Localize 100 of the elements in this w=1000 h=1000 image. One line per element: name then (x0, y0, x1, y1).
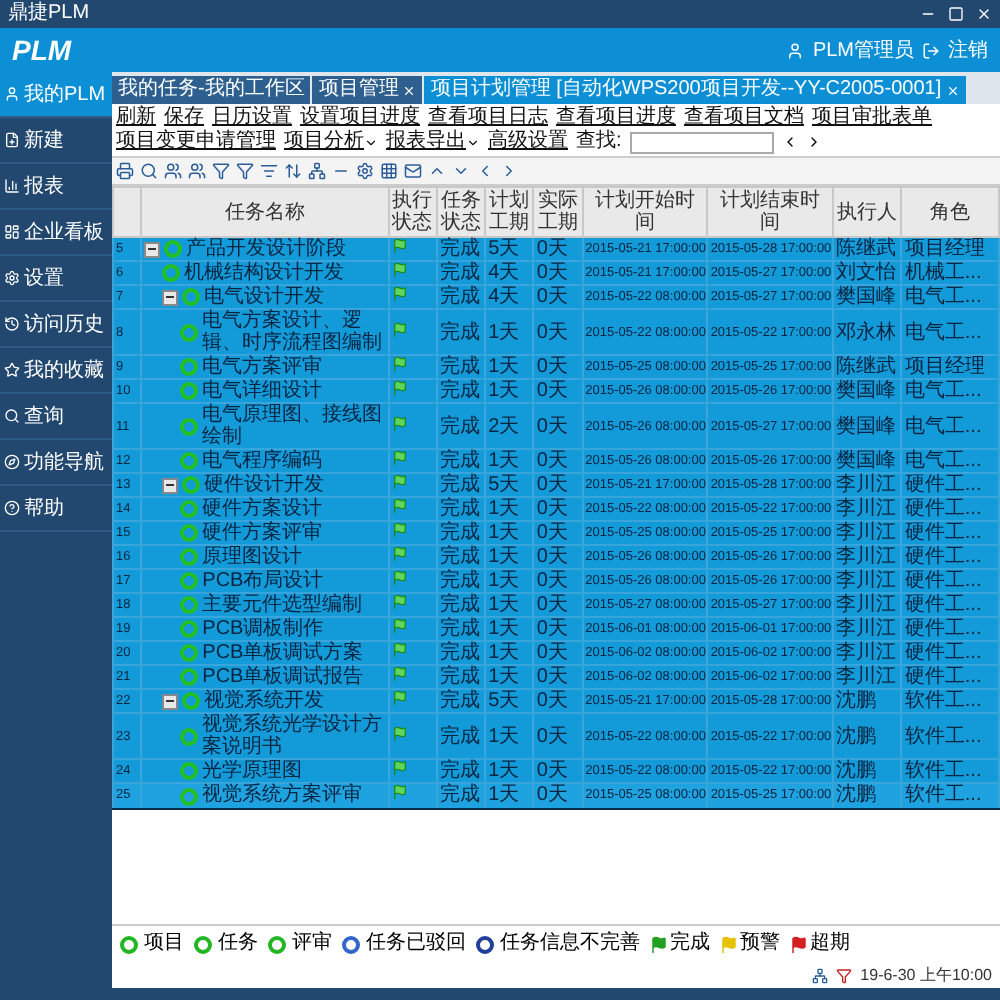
legend-label: 任务信息不完善 (500, 932, 640, 956)
sort-icon[interactable] (284, 162, 302, 180)
grid-icon[interactable] (380, 162, 398, 180)
mail-icon[interactable] (404, 162, 422, 180)
task-name: PCB单板调试报告 (202, 666, 364, 688)
task-name: PCB调板制作 (202, 618, 324, 640)
tree-icon[interactable] (308, 162, 326, 180)
tab[interactable]: 我的任务-我的工作区 (112, 76, 311, 104)
flag-icon (391, 570, 408, 586)
sidebar-item[interactable]: 访问历史 (0, 302, 112, 348)
search-field[interactable] (629, 131, 774, 153)
logo: PLM (12, 34, 72, 66)
users-icon[interactable] (188, 162, 206, 180)
chevron-left-icon[interactable] (476, 162, 494, 180)
menu-link[interactable]: 设置项目进度 (300, 106, 420, 130)
flag-icon (391, 238, 408, 254)
flag-icon (391, 380, 408, 396)
printer-icon[interactable] (116, 162, 134, 180)
search-icon[interactable] (140, 162, 158, 180)
user-name[interactable]: PLM管理员 (812, 36, 914, 64)
flag-icon (391, 415, 408, 431)
column-header[interactable]: 计划结束时间 (707, 187, 834, 237)
column-header[interactable]: 计划开始时间 (582, 187, 708, 237)
settings-icon[interactable] (356, 162, 374, 180)
column-header[interactable]: 计划工期 (485, 187, 534, 237)
users-icon[interactable] (164, 162, 182, 180)
column-header[interactable]: 执行状态 (388, 187, 437, 237)
legend-label: 完成 (670, 932, 710, 956)
menu-link[interactable]: 查看项目进度 (556, 106, 676, 130)
menu-link[interactable]: 日历设置 (212, 106, 292, 130)
bar-chart-icon (4, 178, 20, 194)
compass-icon (4, 454, 20, 470)
history-icon (4, 316, 20, 332)
menu-link[interactable]: 项目审批表单 (812, 106, 932, 130)
menu-link[interactable]: 报表导出 (386, 130, 480, 154)
column-header[interactable]: 任务状态 (436, 187, 486, 237)
flag-icon (391, 642, 408, 658)
filter-icon[interactable] (212, 162, 230, 180)
menu-link[interactable]: 项目变更申请管理 (116, 130, 276, 154)
search-label: 查找: (576, 130, 622, 154)
menu-link[interactable]: 高级设置 (488, 130, 568, 154)
task-name: PCB布局设计 (202, 570, 324, 592)
legend-label: 项目 (144, 932, 184, 956)
column-header[interactable]: 实际工期 (533, 187, 583, 237)
menu-link[interactable]: 查看项目日志 (428, 106, 548, 130)
sidebar-item[interactable]: 我的PLM (0, 72, 112, 118)
flag-icon (391, 356, 408, 372)
chevron-right-icon[interactable] (500, 162, 518, 180)
close-icon[interactable] (402, 83, 417, 97)
sidebar-item[interactable]: 查询 (0, 394, 112, 440)
new-file-icon (4, 132, 20, 148)
tab[interactable]: 项目计划管理 [自动化WPS200项目开发--YY-C2005-0001] (424, 76, 966, 104)
logout-link[interactable]: 注销 (948, 36, 988, 64)
expand-toggle[interactable] (162, 477, 179, 493)
menu-link[interactable]: 查看项目文档 (684, 106, 804, 130)
expand-toggle[interactable] (144, 241, 161, 257)
dashboard-icon (4, 224, 20, 240)
list-filter-icon[interactable] (260, 162, 278, 180)
legend-label: 任务已驳回 (366, 932, 466, 956)
table-cell: 沈鹏 (833, 783, 902, 809)
flag-icon (391, 594, 408, 610)
task-name: 视觉系统开发 (204, 690, 325, 712)
task-name: 电气程序编码 (202, 450, 323, 472)
column-header[interactable]: 任务名称 (141, 187, 389, 237)
flag-icon (391, 690, 408, 706)
task-name: 硬件方案评审 (202, 522, 323, 544)
caret-icon (466, 135, 480, 149)
flag-icon (391, 784, 408, 800)
table-cell: 0天 (533, 783, 583, 809)
table-cell: 软件工... (901, 783, 999, 809)
sidebar-item[interactable]: 我的收藏 (0, 348, 112, 394)
tab[interactable]: 项目管理 (312, 76, 423, 104)
network-icon (812, 967, 829, 983)
legend-label: 评审 (292, 932, 332, 956)
menu-link[interactable]: 项目分析 (284, 130, 378, 154)
sidebar-item[interactable]: 设置 (0, 256, 112, 302)
task-name: PCB单板调试方案 (202, 642, 364, 664)
expand-toggle[interactable] (162, 289, 179, 305)
maximize-icon[interactable] (948, 6, 964, 22)
menu-link[interactable]: 保存 (164, 106, 204, 130)
flag-icon (391, 522, 408, 538)
task-name: 视觉系统光学设计方案说明书 (202, 714, 385, 758)
filter-icon (836, 967, 853, 983)
sidebar-item[interactable]: 帮助 (0, 486, 112, 532)
flag-icon (391, 498, 408, 514)
legend-label: 预警 (740, 932, 780, 956)
column-header[interactable]: 执行人 (833, 187, 902, 237)
logout-icon[interactable] (922, 41, 940, 59)
chevron-down-icon[interactable] (452, 162, 470, 180)
sidebar-item[interactable]: 功能导航 (0, 440, 112, 486)
status-time: 19-6-30 上午10:00 (860, 964, 992, 986)
column-header[interactable]: 角色 (901, 187, 999, 237)
task-name: 电气方案设计、逻辑、时序流程图编制 (202, 310, 385, 354)
expand-toggle[interactable] (162, 693, 179, 709)
chevron-up-icon[interactable] (428, 162, 446, 180)
menu-link[interactable]: 刷新 (116, 106, 156, 130)
funnel-icon[interactable] (236, 162, 254, 180)
close-icon[interactable] (976, 6, 992, 22)
flag-icon (391, 666, 408, 682)
user-icon (4, 86, 20, 102)
